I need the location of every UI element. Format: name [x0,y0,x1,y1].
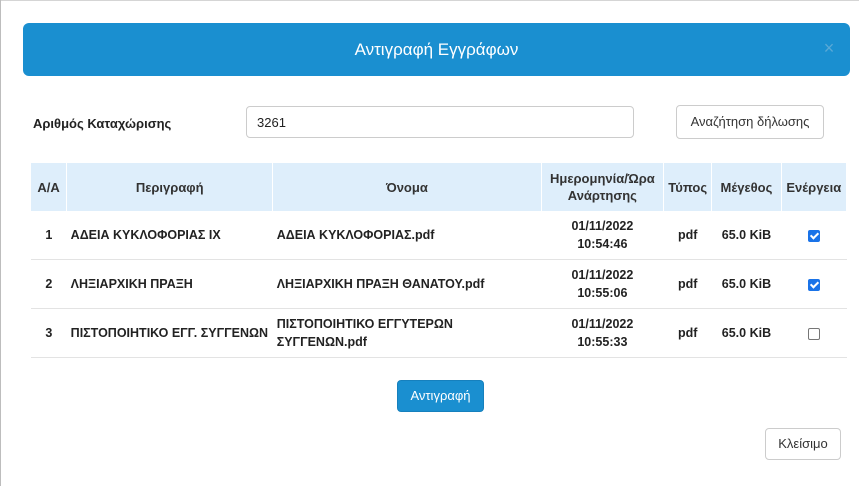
row-type: pdf [663,211,712,260]
close-button[interactable]: Κλείσιμο [765,428,841,460]
registration-number-label: Αριθμός Καταχώρισης [33,116,172,131]
row-size: 65.0 KiB [711,211,782,260]
row-time: 10:55:06 [577,286,628,300]
row-date: 01/11/2022 [571,219,634,233]
row-size: 65.0 KiB [711,308,782,358]
row-size: 65.0 KiB [711,259,782,309]
row-description: ΠΙΣΤΟΠΟΙΗΤΙΚΟ ΕΓΓ. ΣΥΓΓΕΝΩΝ [66,308,273,358]
row-file-name: ΛΗΞΙΑΡΧΙΚΗ ΠΡΑΞΗ ΘΑΝΑΤΟΥ.pdf [272,259,542,309]
close-icon[interactable]: × [818,37,840,59]
checkbox-checked-icon[interactable] [807,278,820,291]
column-header-type: Τύπος [663,163,713,211]
row-time: 10:55:33 [577,335,628,349]
row-datetime: 01/11/2022 10:55:33 [541,308,664,358]
column-header-datetime: Ημερομηνία/Ώρα Ανάρτησης [541,163,665,211]
table-row: 3 ΠΙΣΤΟΠΟΙΗΤΙΚΟ ΕΓΓ. ΣΥΓΓΕΝΩΝ ΠΙΣΤΟΠΟΙΗΤ… [31,308,847,358]
modal-title: Αντιγραφή Εγγράφων [354,40,519,59]
column-header-name: Όνομα [272,163,542,211]
row-time: 10:54:46 [577,237,628,251]
copy-button[interactable]: Αντιγραφή [397,380,484,412]
checkbox-unchecked-icon[interactable] [807,327,820,340]
column-header-size: Μέγεθος [711,163,782,211]
row-datetime: 01/11/2022 10:55:06 [541,259,664,309]
row-description: ΛΗΞΙΑΡΧΙΚΗ ΠΡΑΞΗ [66,259,273,309]
column-header-action: Ενέργεια [781,163,848,211]
row-date: 01/11/2022 [571,268,634,282]
row-index: 1 [31,211,67,260]
row-datetime: 01/11/2022 10:54:46 [541,211,664,260]
table-row: 2 ΛΗΞΙΑΡΧΙΚΗ ΠΡΑΞΗ ΛΗΞΙΑΡΧΙΚΗ ΠΡΑΞΗ ΘΑΝΑ… [31,259,847,309]
table-header-row: Α/Α Περιγραφή Όνομα Ημερομηνία/Ώρα Ανάρτ… [31,163,848,211]
table-row: 1 ΑΔΕΙΑ ΚΥΚΛΟΦΟΡΙΑΣ ΙΧ ΑΔΕΙΑ ΚΥΚΛΟΦΟΡΙΑΣ… [31,211,847,260]
row-file-name: ΑΔΕΙΑ ΚΥΚΛΟΦΟΡΙΑΣ.pdf [272,211,542,260]
search-declaration-button[interactable]: Αναζήτηση δήλωσης [676,105,824,139]
column-header-index: Α/Α [31,163,68,211]
row-type: pdf [663,259,712,309]
row-date: 01/11/2022 [571,317,634,331]
row-file-name: ΠΙΣΤΟΠΟΙΗΤΙΚΟ ΕΓΓΥΤΕΡΩΝ ΣΥΓΓΕΝΩΝ.pdf [272,308,542,358]
window-left-edge [0,0,1,486]
column-header-description: Περιγραφή [66,163,274,211]
row-index: 3 [31,308,67,358]
row-action [781,211,847,260]
row-type: pdf [663,308,712,358]
modal-header: Αντιγραφή Εγγράφων × [23,23,850,76]
window-top-edge [0,0,859,1]
documents-table: Α/Α Περιγραφή Όνομα Ημερομηνία/Ώρα Ανάρτ… [31,163,848,358]
row-action [781,308,847,358]
checkbox-checked-icon[interactable] [807,229,820,242]
row-index: 2 [31,259,67,309]
registration-number-input[interactable] [246,106,634,138]
row-action [781,259,847,309]
row-description: ΑΔΕΙΑ ΚΥΚΛΟΦΟΡΙΑΣ ΙΧ [66,211,273,260]
